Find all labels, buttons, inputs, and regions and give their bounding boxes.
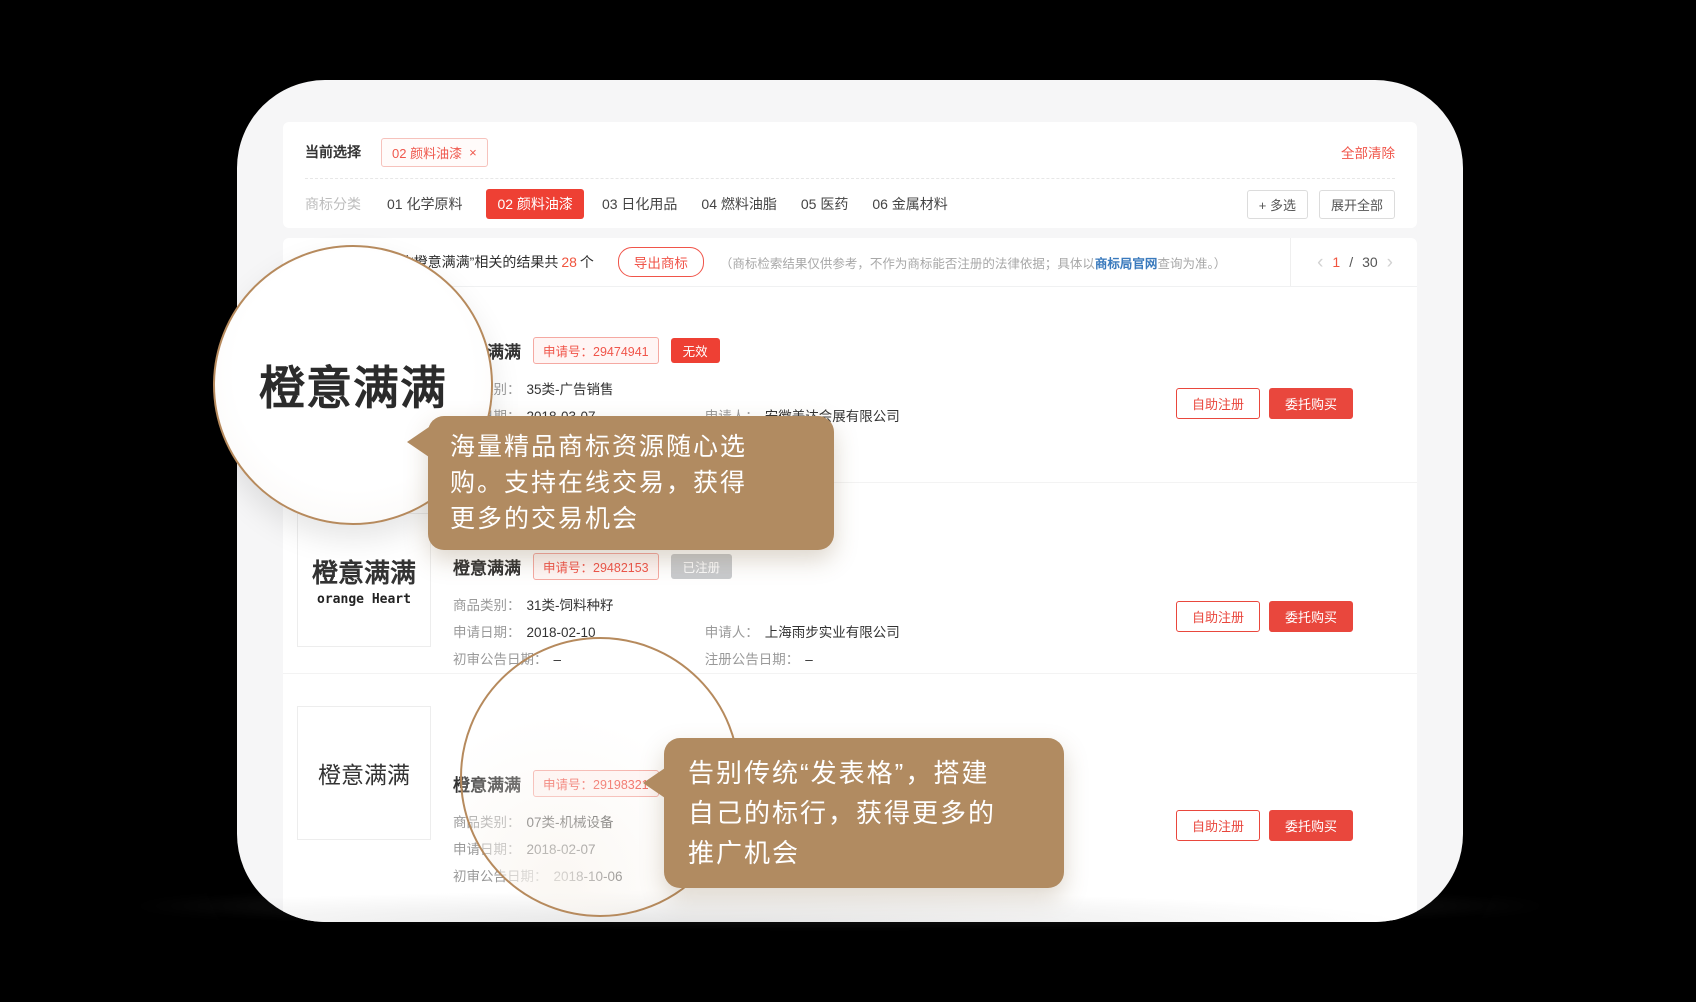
field-label: 申请人： xyxy=(705,625,759,640)
field-value: 35类-广告销售 xyxy=(527,382,614,397)
field-label: 商品类别： xyxy=(453,598,521,613)
filter-card: 当前选择 02 颜料油漆 × 全部清除 商标分类 01 化学原料 02 颜料油漆… xyxy=(283,122,1417,228)
trademark-image: 橙意满满 orange Heart xyxy=(297,513,431,647)
expand-all-button[interactable]: 展开全部 xyxy=(1319,190,1395,219)
tooltip-arrow-icon xyxy=(643,768,665,798)
disclaimer-text: （商标检索结果仅供参考，不作为商标能否注册的法律依据；具体以商标局官网查询为准。… xyxy=(720,253,1226,272)
export-trademarks-button[interactable]: 导出商标 xyxy=(618,247,704,277)
self-register-button[interactable]: 自助注册 xyxy=(1176,388,1260,419)
category-item-01[interactable]: 01 化学原料 xyxy=(387,194,462,214)
disclaimer-prefix: （商标检索结果仅供参考，不作为商标能否注册的法律依据；具体以 xyxy=(720,257,1095,271)
field-value: – xyxy=(805,652,813,667)
clear-all-button[interactable]: 全部清除 xyxy=(1341,142,1395,162)
page-separator: / xyxy=(1349,254,1353,270)
category-row: 商标分类 01 化学原料 02 颜料油漆 03 日化用品 04 燃料油脂 05 … xyxy=(283,179,1417,229)
field-label: 注册公告日期： xyxy=(705,652,800,667)
tooltip-promotion: 告别传统“发表格”，搭建 自己的标行，获得更多的 推广机会 xyxy=(664,738,1064,888)
multi-select-button[interactable]: + 多选 xyxy=(1247,190,1308,219)
row-actions: 自助注册 委托购买 xyxy=(1176,810,1353,841)
row-actions: 自助注册 委托购买 xyxy=(1176,388,1353,419)
magnified-trademark-text: 橙意满满 xyxy=(259,352,447,418)
row-title-line: 橙意满满 申请号：29474941 无效 xyxy=(453,337,1117,364)
category-row-label: 商标分类 xyxy=(305,194,361,214)
category-item-02-active[interactable]: 02 颜料油漆 xyxy=(486,189,583,219)
category-item-03[interactable]: 03 日化用品 xyxy=(602,194,677,214)
entrusted-purchase-button[interactable]: 委托购买 xyxy=(1269,388,1353,419)
serial-badge: 申请号：29482153 xyxy=(533,553,659,580)
next-page-icon[interactable]: › xyxy=(1387,253,1393,272)
entrusted-purchase-button[interactable]: 委托购买 xyxy=(1269,601,1353,632)
entrusted-purchase-button[interactable]: 委托购买 xyxy=(1269,810,1353,841)
results-summary-unit: 个 xyxy=(580,254,594,270)
pagination: ‹ 1 / 30 › xyxy=(1290,238,1417,286)
serial-badge: 申请号：29474941 xyxy=(533,337,659,364)
results-header: 检索到“橙意满满”相关的结果共28个 导出商标 （商标检索结果仅供参考，不作为商… xyxy=(283,238,1417,287)
remove-filter-icon[interactable]: × xyxy=(469,146,477,159)
status-badge: 已注册 xyxy=(671,554,733,579)
status-badge: 无效 xyxy=(671,338,720,363)
tooltip-marketplace: 海量精品商标资源随心选 购。支持在线交易，获得 更多的交易机会 xyxy=(428,416,834,550)
current-page: 1 xyxy=(1332,254,1340,270)
serial-value: 29482153 xyxy=(593,561,649,575)
current-selection-label: 当前选择 xyxy=(305,142,361,162)
stage: 当前选择 02 颜料油漆 × 全部清除 商标分类 01 化学原料 02 颜料油漆… xyxy=(0,0,1696,1002)
selected-filter-chip[interactable]: 02 颜料油漆 × xyxy=(381,138,488,167)
field-value: 31类-饲料种籽 xyxy=(527,598,614,613)
field-value: 上海雨步实业有限公司 xyxy=(765,625,900,640)
row-title-line: 橙意满满 申请号：29482153 已注册 xyxy=(453,553,1117,580)
field-label: 申请日期： xyxy=(453,625,521,640)
self-register-button[interactable]: 自助注册 xyxy=(1176,810,1260,841)
current-selection-row: 当前选择 02 颜料油漆 × 全部清除 xyxy=(283,122,1417,178)
trademark-office-link[interactable]: 商标局官网 xyxy=(1095,257,1158,271)
trademark-image-subtext: orange Heart xyxy=(317,592,411,607)
category-item-04[interactable]: 04 燃料油脂 xyxy=(701,194,776,214)
prev-page-icon[interactable]: ‹ xyxy=(1317,253,1323,272)
category-item-05[interactable]: 05 医药 xyxy=(801,194,848,214)
trademark-image: 橙意满满 xyxy=(297,706,431,840)
selected-filter-chip-label: 02 颜料油漆 xyxy=(392,143,462,162)
serial-value: 29474941 xyxy=(593,345,649,359)
trademark-image-text: 橙意满满 xyxy=(312,553,416,590)
row-actions: 自助注册 委托购买 xyxy=(1176,601,1353,632)
trademark-name[interactable]: 橙意满满 xyxy=(453,554,521,579)
serial-label: 申请号： xyxy=(543,345,593,359)
category-item-06[interactable]: 06 金属材料 xyxy=(872,194,947,214)
self-register-button[interactable]: 自助注册 xyxy=(1176,601,1260,632)
results-count: 28 xyxy=(561,254,577,270)
total-pages: 30 xyxy=(1362,254,1378,270)
trademark-image-text: 橙意满满 xyxy=(318,756,410,790)
serial-label: 申请号： xyxy=(543,561,593,575)
tooltip-arrow-icon xyxy=(407,427,429,457)
disclaimer-suffix: 查询为准。） xyxy=(1157,257,1226,271)
